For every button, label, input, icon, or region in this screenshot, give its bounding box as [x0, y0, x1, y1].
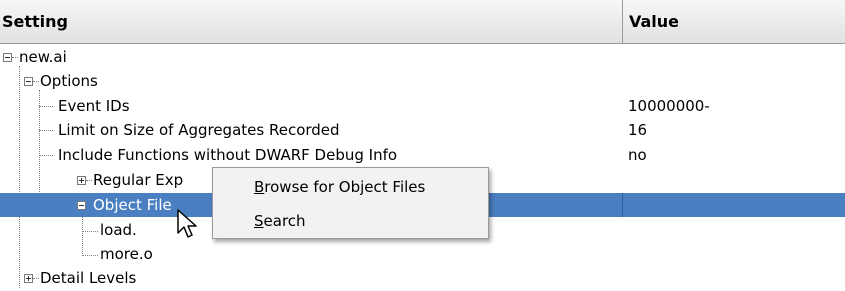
tree-row-event-ids[interactable]: Event IDs 10000000-: [0, 94, 845, 118]
expand-icon[interactable]: [24, 274, 33, 283]
value-limit[interactable]: 16: [628, 118, 647, 142]
mnemonic-b: B: [254, 178, 265, 196]
mouse-pointer-icon: [177, 209, 197, 238]
expand-icon[interactable]: [77, 176, 86, 185]
tree-label-event-ids: Event IDs: [58, 97, 130, 115]
tree-label-include-functions: Include Functions without DWARF Debug In…: [58, 146, 398, 164]
column-header-setting[interactable]: Setting: [0, 0, 623, 43]
menu-item-search[interactable]: Search: [254, 206, 306, 236]
mnemonic-s: S: [254, 212, 264, 230]
collapse-icon[interactable]: [24, 77, 33, 86]
tree-label-load: load.: [100, 221, 137, 239]
tree-label-detail-levels: Detail Levels: [40, 269, 137, 287]
column-header-value[interactable]: Value: [623, 0, 845, 43]
menu-item-browse-label: rowse for Object Files: [264, 178, 426, 196]
tree-row-options[interactable]: Options: [0, 69, 845, 93]
menu-item-search-label: earch: [263, 212, 306, 230]
tree-row-detail-levels[interactable]: Detail Levels: [0, 266, 845, 290]
menu-item-browse-object-files[interactable]: Browse for Object Files: [254, 172, 425, 202]
tree-label-root: new.ai: [19, 48, 67, 66]
tree-label-regular-exp: Regular Exp: [93, 171, 184, 189]
tree-label-object-files: Object File: [93, 196, 172, 214]
tree-row-limit[interactable]: Limit on Size of Aggregates Recorded 16: [0, 118, 845, 142]
tree-row-more[interactable]: more.o: [0, 242, 845, 266]
tree-row-include-functions[interactable]: Include Functions without DWARF Debug In…: [0, 143, 845, 167]
tree-label-options: Options: [40, 72, 98, 90]
tree-row-root[interactable]: new.ai: [0, 45, 845, 69]
collapse-icon[interactable]: [3, 53, 12, 62]
collapse-icon[interactable]: [77, 201, 86, 210]
tree-label-more: more.o: [100, 245, 153, 263]
value-include-functions[interactable]: no: [628, 143, 647, 167]
tree-label-limit: Limit on Size of Aggregates Recorded: [58, 121, 340, 139]
column-separator: [622, 193, 623, 217]
tree-header: Setting Value: [0, 0, 845, 44]
context-menu: Browse for Object Files Search: [212, 167, 489, 239]
value-event-ids[interactable]: 10000000-: [628, 94, 710, 118]
